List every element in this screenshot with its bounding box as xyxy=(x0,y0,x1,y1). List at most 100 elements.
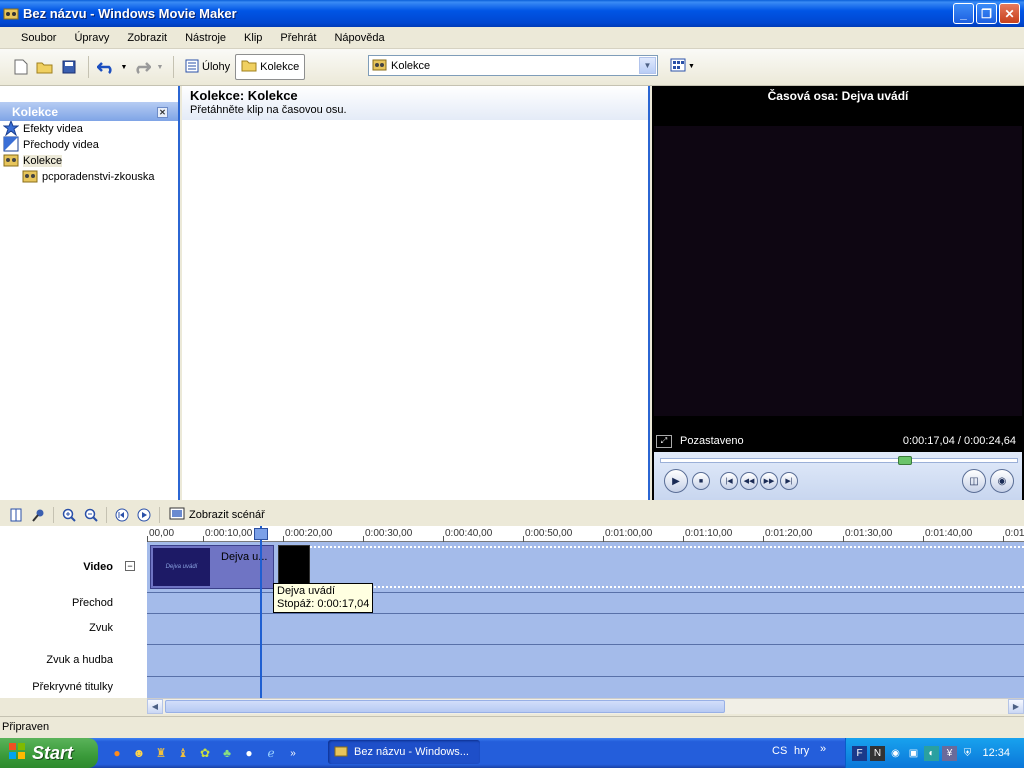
close-pane-icon[interactable]: ✕ xyxy=(157,107,168,118)
rewind-timeline-icon[interactable] xyxy=(112,506,132,524)
tooltip-clip-name: Dejva uvádí xyxy=(277,585,336,597)
program-icon[interactable]: ♜ xyxy=(152,744,170,762)
full-screen-icon[interactable]: ⤢ xyxy=(656,434,672,448)
view-options-button[interactable]: ▼ xyxy=(670,58,695,75)
language-indicator[interactable]: CS xyxy=(772,745,787,757)
people-icon[interactable]: ♣ xyxy=(218,744,236,762)
take-picture-icon[interactable]: ◉ xyxy=(990,469,1014,493)
tray-network-icon[interactable]: ▣ xyxy=(906,746,921,761)
redo-dropdown-icon[interactable]: ▼ xyxy=(155,56,165,78)
taskbar-window-button[interactable]: Bez názvu - Windows... xyxy=(328,740,480,764)
start-button[interactable]: Start xyxy=(0,738,98,768)
tasks-button[interactable]: Úlohy xyxy=(180,54,235,80)
toolbar-separator xyxy=(173,56,174,78)
tree-item-video-transitions[interactable]: Přechody videa xyxy=(0,136,178,153)
close-button[interactable]: ✕ xyxy=(999,3,1020,24)
track-label-video: Video xyxy=(83,561,113,573)
collection-combo-value: Kolekce xyxy=(391,59,431,72)
track-label-transition: Přechod xyxy=(72,597,113,609)
tray-app-icon[interactable]: F xyxy=(852,745,867,761)
menu-prehrat[interactable]: Přehrát xyxy=(271,32,325,44)
title-bar: Bez názvu - Windows Movie Maker _ ❐ ✕ xyxy=(0,0,1024,27)
split-clip-button[interactable]: ◫ xyxy=(962,469,986,493)
timeline[interactable]: 00,00 0:00:10,00 0:00:20,00 0:00:30,00 0… xyxy=(147,526,1024,698)
playhead[interactable] xyxy=(260,526,262,698)
tasks-icon xyxy=(185,59,199,76)
tray-app-icon[interactable]: ◐ xyxy=(924,745,939,761)
tree-item-video-effects[interactable]: Efekty videa xyxy=(0,119,178,137)
scroll-thumb[interactable] xyxy=(165,700,725,713)
tray-eye-icon[interactable]: ◉ xyxy=(888,746,903,761)
playhead-handle[interactable] xyxy=(254,528,268,540)
maximize-button[interactable]: ❐ xyxy=(976,3,997,24)
taskbar-window-label: Bez názvu - Windows... xyxy=(354,746,469,758)
tree-item-label: pcporadenstvi-zkouska xyxy=(42,171,155,183)
content-title: Kolekce: Kolekce xyxy=(190,88,298,103)
zoom-in-icon[interactable] xyxy=(59,506,79,524)
tray-expand-icon[interactable]: » xyxy=(820,743,826,755)
previous-frame-button[interactable]: |◀ xyxy=(720,472,738,490)
toolbar: ▼ ▼ Úlohy Kolekce Kolekce ▼ ▼ xyxy=(0,49,1024,86)
chat-icon[interactable]: ● xyxy=(240,744,258,762)
forward-button[interactable]: ▶▶ xyxy=(760,472,778,490)
show-storyboard-button[interactable]: Zobrazit scénář xyxy=(169,507,265,523)
scroll-left-icon[interactable]: ◀ xyxy=(147,699,163,714)
toolbar-hry[interactable]: hry xyxy=(794,745,809,757)
menu-klip[interactable]: Klip xyxy=(235,32,271,44)
undo-icon[interactable] xyxy=(95,56,117,78)
quick-launch-more-icon[interactable]: » xyxy=(284,744,302,762)
open-folder-icon[interactable] xyxy=(34,56,56,78)
collapse-video-icon[interactable]: − xyxy=(125,561,135,571)
toolbar-separator xyxy=(159,507,160,523)
redo-icon[interactable] xyxy=(131,56,153,78)
start-label: Start xyxy=(32,742,74,763)
collection-combo[interactable]: Kolekce ▼ xyxy=(368,55,658,76)
content-subtitle: Přetáhněte klip na časovou osu. xyxy=(190,104,347,116)
storyboard-toggle-icon[interactable] xyxy=(6,506,26,524)
collection-content-pane[interactable]: Kolekce: Kolekce Přetáhněte klip na časo… xyxy=(182,86,650,500)
chevron-down-icon[interactable]: ▼ xyxy=(639,57,656,74)
narrate-mic-icon[interactable] xyxy=(28,506,48,524)
play-timeline-icon[interactable] xyxy=(134,506,154,524)
scroll-right-icon[interactable]: ▶ xyxy=(1008,699,1024,714)
collections-pane: Kolekce ✕ Efekty videa Přechody videa Ko… xyxy=(0,86,180,500)
collections-button[interactable]: Kolekce xyxy=(235,54,306,80)
zoom-out-icon[interactable] xyxy=(81,506,101,524)
rewind-button[interactable]: ◀◀ xyxy=(740,472,758,490)
tree-item-pcporadenstvi[interactable]: pcporadenstvi-zkouska xyxy=(0,169,178,185)
timeline-toolbar: Zobrazit scénář xyxy=(0,504,1024,526)
collection-icon xyxy=(22,168,38,187)
video-clip[interactable]: Dejva uvádí Dejva u... xyxy=(150,545,274,589)
next-frame-button[interactable]: ▶| xyxy=(780,472,798,490)
tray-shield-icon[interactable]: ⛨ xyxy=(960,746,975,761)
clip-tooltip: Dejva uvádí Stopáž: 0:00:17,04 xyxy=(273,583,374,613)
undo-dropdown-icon[interactable]: ▼ xyxy=(119,56,129,78)
flower-icon[interactable]: ✿ xyxy=(196,744,214,762)
firefox-icon[interactable]: ● xyxy=(108,744,126,762)
tray-app-icon[interactable]: ¥ xyxy=(942,745,957,761)
timeline-ruler[interactable]: 00,00 0:00:10,00 0:00:20,00 0:00:30,00 0… xyxy=(147,526,1024,542)
save-icon[interactable] xyxy=(58,56,80,78)
menu-napoveda[interactable]: Nápověda xyxy=(325,32,393,44)
menu-upravy[interactable]: Úpravy xyxy=(65,32,118,44)
messenger-icon[interactable]: ☻ xyxy=(130,744,148,762)
ie-icon[interactable]: ℯ xyxy=(262,744,280,762)
thumbnail-view-icon xyxy=(670,58,686,75)
playback-controls: ▶ ■ |◀ ◀◀ ▶▶ ▶| ◫ ◉ xyxy=(654,452,1022,500)
stop-button[interactable]: ■ xyxy=(692,472,710,490)
menu-zobrazit[interactable]: Zobrazit xyxy=(118,32,176,44)
tray-app-icon[interactable]: N xyxy=(870,745,885,761)
timeline-scrollbar[interactable]: ◀ ▶ xyxy=(147,698,1024,714)
clip-thumbnail: Dejva uvádí xyxy=(153,548,210,586)
new-project-icon[interactable] xyxy=(10,56,32,78)
minimize-button[interactable]: _ xyxy=(953,3,974,24)
seek-thumb[interactable] xyxy=(898,456,912,465)
menu-soubor[interactable]: Soubor xyxy=(12,32,65,44)
seek-bar[interactable] xyxy=(660,456,1018,465)
movie-maker-icon xyxy=(334,744,348,761)
track-label-overlay: Překryvné titulky xyxy=(32,681,113,693)
program-icon[interactable]: ♝ xyxy=(174,744,192,762)
play-button[interactable]: ▶ xyxy=(664,469,688,493)
menu-nastroje[interactable]: Nástroje xyxy=(176,32,235,44)
windows-logo-icon xyxy=(8,742,26,765)
